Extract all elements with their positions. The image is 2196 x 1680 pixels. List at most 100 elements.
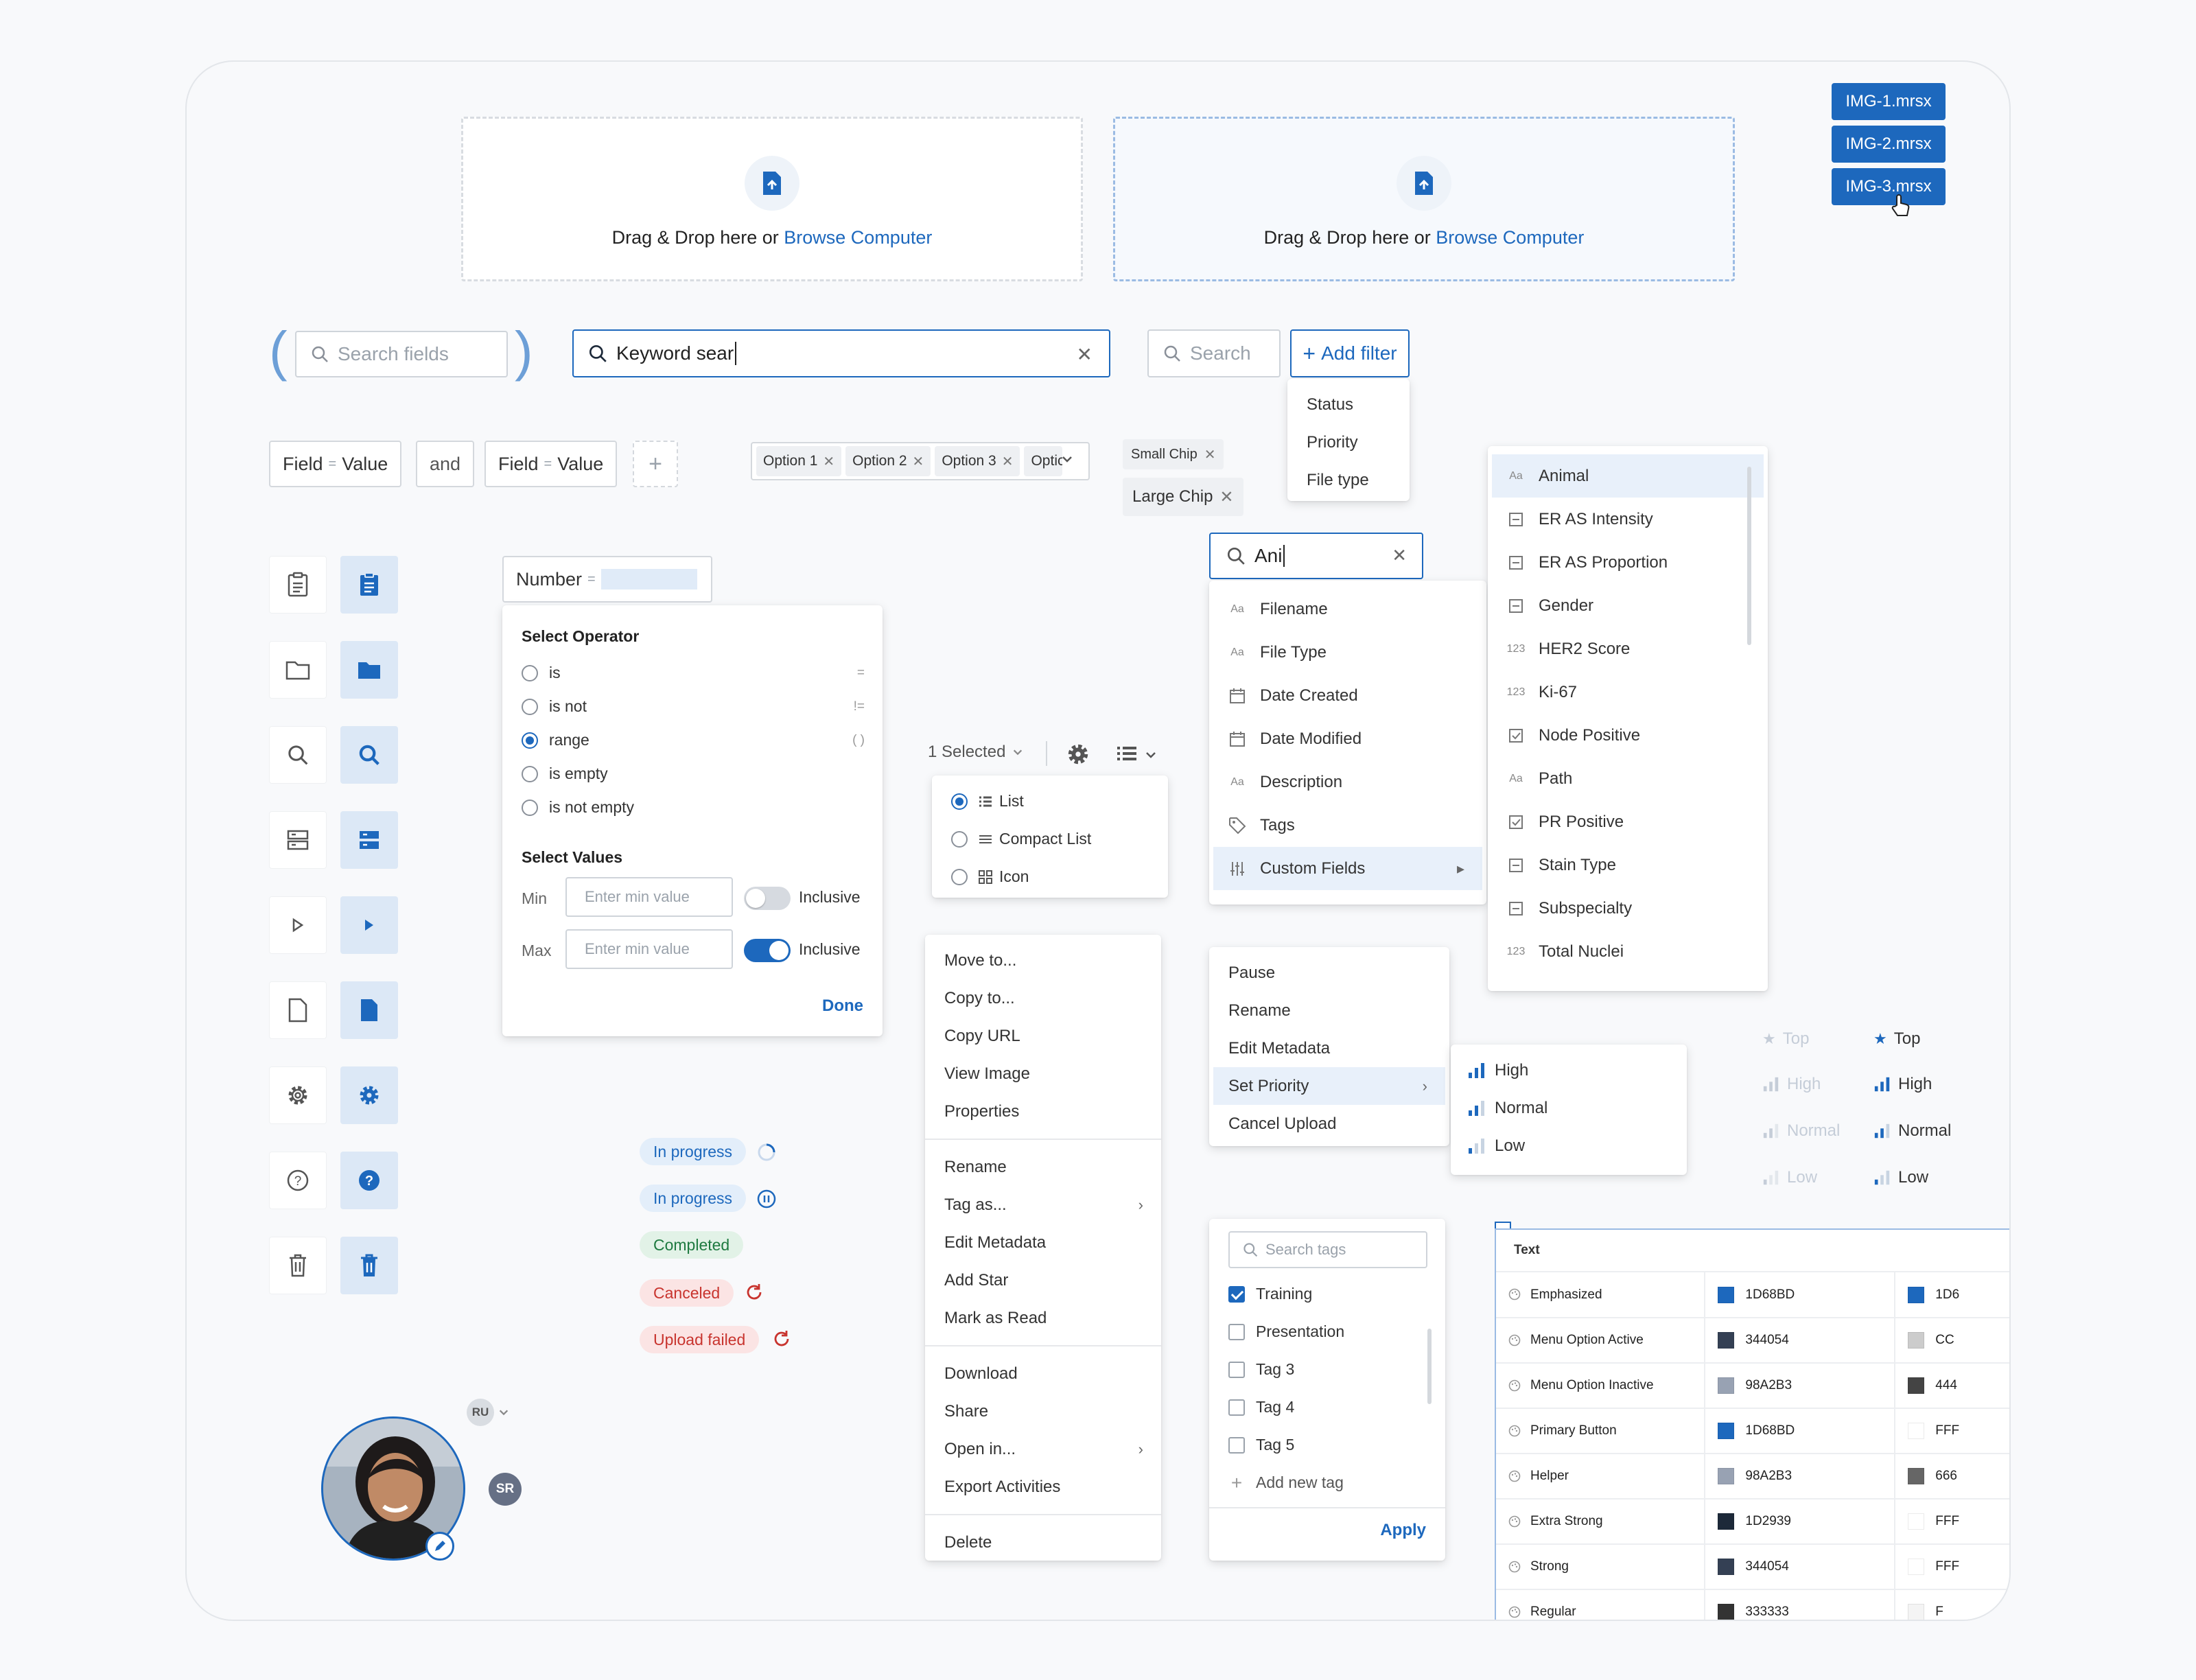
clear-icon[interactable]: ✕	[1077, 343, 1093, 366]
folder-icon[interactable]	[269, 641, 327, 699]
context-menu-item[interactable]: Export Activities	[925, 1468, 1161, 1506]
keyword-search-input[interactable]: Keyword sear ✕	[572, 329, 1110, 377]
document-icon[interactable]	[269, 981, 327, 1039]
search-fields-input[interactable]: Search fields	[295, 331, 508, 377]
tag-option[interactable]: Training	[1228, 1275, 1434, 1313]
drop-zone[interactable]: Drag & Drop here or Browse Computer	[461, 117, 1083, 281]
dragged-file-chip[interactable]: IMG-1.mrsx	[1832, 83, 1946, 120]
done-button[interactable]: Done	[822, 996, 863, 1016]
custom-field-item[interactable]: PR Positive	[1488, 800, 1768, 843]
custom-field-item[interactable]: Node Positive	[1488, 714, 1768, 757]
clear-icon[interactable]: ✕	[1392, 545, 1407, 566]
large-chip[interactable]: Large Chip ✕	[1123, 478, 1243, 516]
browse-computer-link[interactable]: Browse Computer	[1436, 227, 1584, 248]
edit-avatar-icon[interactable]	[425, 1532, 454, 1561]
server-icon[interactable]	[269, 811, 327, 869]
operator-option[interactable]: is =	[522, 656, 865, 690]
help-icon[interactable]: ?	[269, 1152, 327, 1209]
server-icon[interactable]	[340, 811, 398, 869]
scrollbar[interactable]	[1747, 467, 1751, 645]
custom-field-item[interactable]: 123 Total Nuclei	[1488, 930, 1768, 973]
custom-field-item[interactable]: Stain Type	[1488, 843, 1768, 887]
browse-computer-link[interactable]: Browse Computer	[784, 227, 932, 248]
search-icon[interactable]	[340, 726, 398, 784]
view-option-list[interactable]: List	[932, 782, 1168, 820]
selection-count[interactable]: 1 Selected	[928, 743, 1023, 762]
upload-menu-item[interactable]: Rename	[1209, 992, 1449, 1029]
and-operator[interactable]: and	[416, 441, 475, 487]
field-item[interactable]: Aa Filename	[1209, 587, 1486, 631]
add-condition-button[interactable]: +	[633, 441, 678, 487]
user-initials-avatar[interactable]: SR	[489, 1473, 522, 1506]
add-new-tag-button[interactable]: + Add new tag	[1228, 1464, 1434, 1502]
context-menu-item[interactable]: Open in... ›	[925, 1430, 1161, 1468]
search-input[interactable]: Search	[1147, 329, 1281, 377]
context-menu-item[interactable]: Edit Metadata	[925, 1224, 1161, 1261]
priority-low[interactable]: Low	[1451, 1127, 1687, 1165]
chevron-down-icon[interactable]	[1061, 453, 1073, 465]
operator-option[interactable]: is not empty	[522, 791, 865, 824]
custom-field-item[interactable]: Aa Animal	[1492, 454, 1764, 498]
folder-icon[interactable]	[340, 641, 398, 699]
options-multiselect[interactable]: Option 1 ✕ Option 2 ✕ Option 3 ✕ Optic	[751, 442, 1090, 480]
user-initials-avatar[interactable]: RU	[467, 1399, 494, 1426]
context-menu-item[interactable]: Tag as... ›	[925, 1186, 1161, 1224]
help-icon[interactable]: ?	[340, 1152, 398, 1209]
gear-icon[interactable]	[269, 1066, 327, 1124]
view-option-compact[interactable]: Compact List	[932, 820, 1168, 858]
number-value-field[interactable]	[600, 569, 697, 590]
inclusive-toggle-on[interactable]	[744, 939, 791, 962]
field-item[interactable]: Aa Description	[1209, 760, 1486, 804]
upload-menu-item-priority[interactable]: Set Priority ›	[1213, 1067, 1445, 1105]
field-item[interactable]: Date Modified	[1209, 717, 1486, 760]
priority-normal[interactable]: Normal	[1451, 1089, 1687, 1127]
field-search-input[interactable]: Ani ✕	[1209, 533, 1423, 579]
operator-option[interactable]: is not !=	[522, 690, 865, 723]
custom-field-item[interactable]: Gender	[1488, 584, 1768, 627]
inclusive-toggle-off[interactable]	[744, 887, 791, 910]
retry-icon[interactable]	[771, 1329, 792, 1349]
custom-field-item[interactable]: ER AS Proportion	[1488, 541, 1768, 584]
custom-field-item[interactable]: 123 HER2 Score	[1488, 627, 1768, 670]
query-pill[interactable]: Field = Value	[269, 441, 402, 487]
small-chip[interactable]: Small Chip ✕	[1123, 439, 1224, 469]
number-filter-pill[interactable]: Number =	[502, 556, 712, 603]
filter-option[interactable]: File type	[1287, 461, 1410, 499]
chevron-down-icon[interactable]	[498, 1407, 509, 1418]
tag-search-input[interactable]: Search tags	[1228, 1231, 1427, 1268]
view-toggle[interactable]	[1116, 745, 1157, 765]
clipboard-icon[interactable]	[269, 556, 327, 614]
custom-field-item[interactable]: Aa Path	[1488, 757, 1768, 800]
filter-option[interactable]: Status	[1287, 386, 1410, 423]
dragged-file-chip[interactable]: IMG-3.mrsx	[1832, 168, 1946, 205]
upload-menu-item[interactable]: Cancel Upload	[1209, 1105, 1449, 1143]
upload-menu-item[interactable]: Edit Metadata	[1209, 1029, 1449, 1067]
field-item[interactable]: Date Created	[1209, 674, 1486, 717]
filter-option[interactable]: Priority	[1287, 423, 1410, 461]
trash-icon[interactable]	[340, 1237, 398, 1294]
priority-high[interactable]: High	[1451, 1051, 1687, 1089]
context-menu-item[interactable]: Download	[925, 1355, 1161, 1392]
context-menu-item[interactable]: Add Star	[925, 1261, 1161, 1299]
gear-icon[interactable]	[1065, 741, 1091, 767]
operator-option[interactable]: range( )	[522, 723, 865, 757]
upload-menu-item[interactable]: Pause	[1209, 954, 1449, 992]
max-value-input[interactable]: Enter min value	[565, 929, 733, 969]
min-value-input[interactable]: Enter min value	[565, 877, 733, 917]
drop-zone-active[interactable]: Drag & Drop here or Browse Computer IMG-…	[1113, 83, 1946, 281]
search-icon[interactable]	[269, 726, 327, 784]
tag-option[interactable]: Tag 5	[1228, 1426, 1434, 1464]
pause-icon[interactable]	[756, 1189, 777, 1209]
add-filter-button[interactable]: + Add filter	[1290, 329, 1410, 377]
tag-option[interactable]: Presentation	[1228, 1313, 1434, 1351]
custom-field-item[interactable]: Subspecialty	[1488, 887, 1768, 930]
field-item-custom[interactable]: Custom Fields ▸	[1213, 847, 1482, 890]
tag-option[interactable]: Tag 3	[1228, 1351, 1434, 1388]
trash-icon[interactable]	[269, 1237, 327, 1294]
dragged-file-chip[interactable]: IMG-2.mrsx	[1832, 126, 1946, 163]
view-option-icon[interactable]: Icon	[932, 858, 1168, 896]
field-item[interactable]: Tags	[1209, 804, 1486, 847]
query-pill[interactable]: Field = Value	[484, 441, 618, 487]
context-menu-item[interactable]: Mark as Read	[925, 1299, 1161, 1337]
remove-icon[interactable]: ✕	[1002, 453, 1014, 470]
